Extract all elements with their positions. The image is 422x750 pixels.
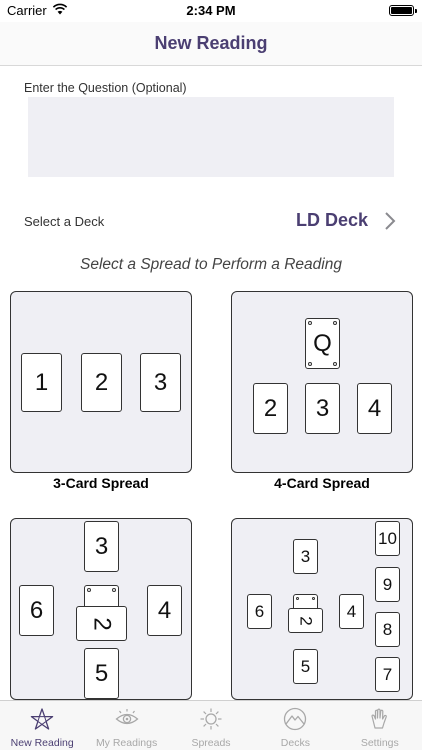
card-label: Q: [313, 329, 332, 357]
tab-new-reading[interactable]: New Reading: [0, 701, 84, 750]
significator-card: Q: [305, 318, 340, 369]
tab-spreads[interactable]: Spreads: [169, 701, 253, 750]
spread-card: 6: [19, 585, 54, 636]
spread-card: 9: [375, 567, 400, 602]
page-title: New Reading: [154, 33, 268, 53]
spread-card: 3: [140, 353, 181, 412]
deck-selector-row[interactable]: Select a Deck LD Deck: [0, 200, 422, 244]
deck-value: LD Deck: [295, 210, 368, 230]
spread-card: 6: [247, 594, 272, 629]
three-card-spread-label: 3-Card Spread: [53, 475, 149, 491]
status-time: 2:34 PM: [186, 3, 236, 18]
spread-card: 5: [293, 649, 318, 684]
card-label: 2: [88, 616, 116, 631]
question-label: Enter the Question (Optional): [24, 81, 187, 95]
crossing-card: 2: [288, 608, 323, 633]
spread-card: 3: [293, 539, 318, 574]
spread-card: 3: [305, 383, 340, 434]
spread-card: 4: [339, 594, 364, 629]
three-card-spread-tile[interactable]: 1 2 3: [10, 291, 192, 473]
pentagram-icon: [30, 708, 54, 730]
tab-label: Spreads: [191, 737, 231, 749]
battery-icon: [389, 5, 417, 16]
tab-label: Decks: [280, 737, 310, 749]
question-input[interactable]: [28, 97, 394, 177]
spread-card: 2: [253, 383, 288, 434]
tab-label: Settings: [360, 737, 399, 749]
spread-card: 1: [21, 353, 62, 412]
spread-card: 4: [147, 585, 182, 636]
chevron-right-icon: [385, 212, 396, 230]
tab-my-readings[interactable]: My Readings: [84, 701, 168, 750]
tab-bar: New Reading My Readings Spreads Decks Se…: [0, 700, 422, 750]
spread-card: 5: [84, 648, 119, 699]
card-label: 2: [296, 615, 316, 626]
spread-card: 4: [357, 383, 392, 434]
mountain-icon: [284, 707, 307, 731]
spread-card: 10: [375, 521, 400, 556]
navigation-bar: New Reading: [0, 22, 422, 66]
status-bar: Carrier 2:34 PM: [0, 0, 422, 22]
spread-card: 7: [375, 657, 400, 692]
spread-card: 8: [375, 612, 400, 647]
deck-label: Select a Deck: [24, 214, 105, 229]
eye-icon: [115, 709, 139, 725]
tab-label: My Readings: [95, 737, 158, 749]
tab-label: New Reading: [10, 737, 74, 749]
spread-card: 3: [84, 521, 119, 572]
four-card-spread-tile[interactable]: Q 2 3 4: [231, 291, 413, 473]
tab-settings[interactable]: Settings: [338, 701, 422, 750]
tab-decks[interactable]: Decks: [253, 701, 337, 750]
cross-spread-tile[interactable]: 3 6 2 4 5: [10, 518, 192, 700]
spread-card: 2: [81, 353, 122, 412]
spread-heading: Select a Spread to Perform a Reading: [80, 256, 342, 273]
sun-icon: [200, 708, 222, 730]
hand-icon: [371, 708, 387, 729]
celtic-cross-spread-tile[interactable]: 3 6 2 4 5 10 9 8 7: [231, 518, 413, 700]
crossing-card: 2: [76, 606, 127, 641]
four-card-spread-label: 4-Card Spread: [274, 475, 370, 491]
